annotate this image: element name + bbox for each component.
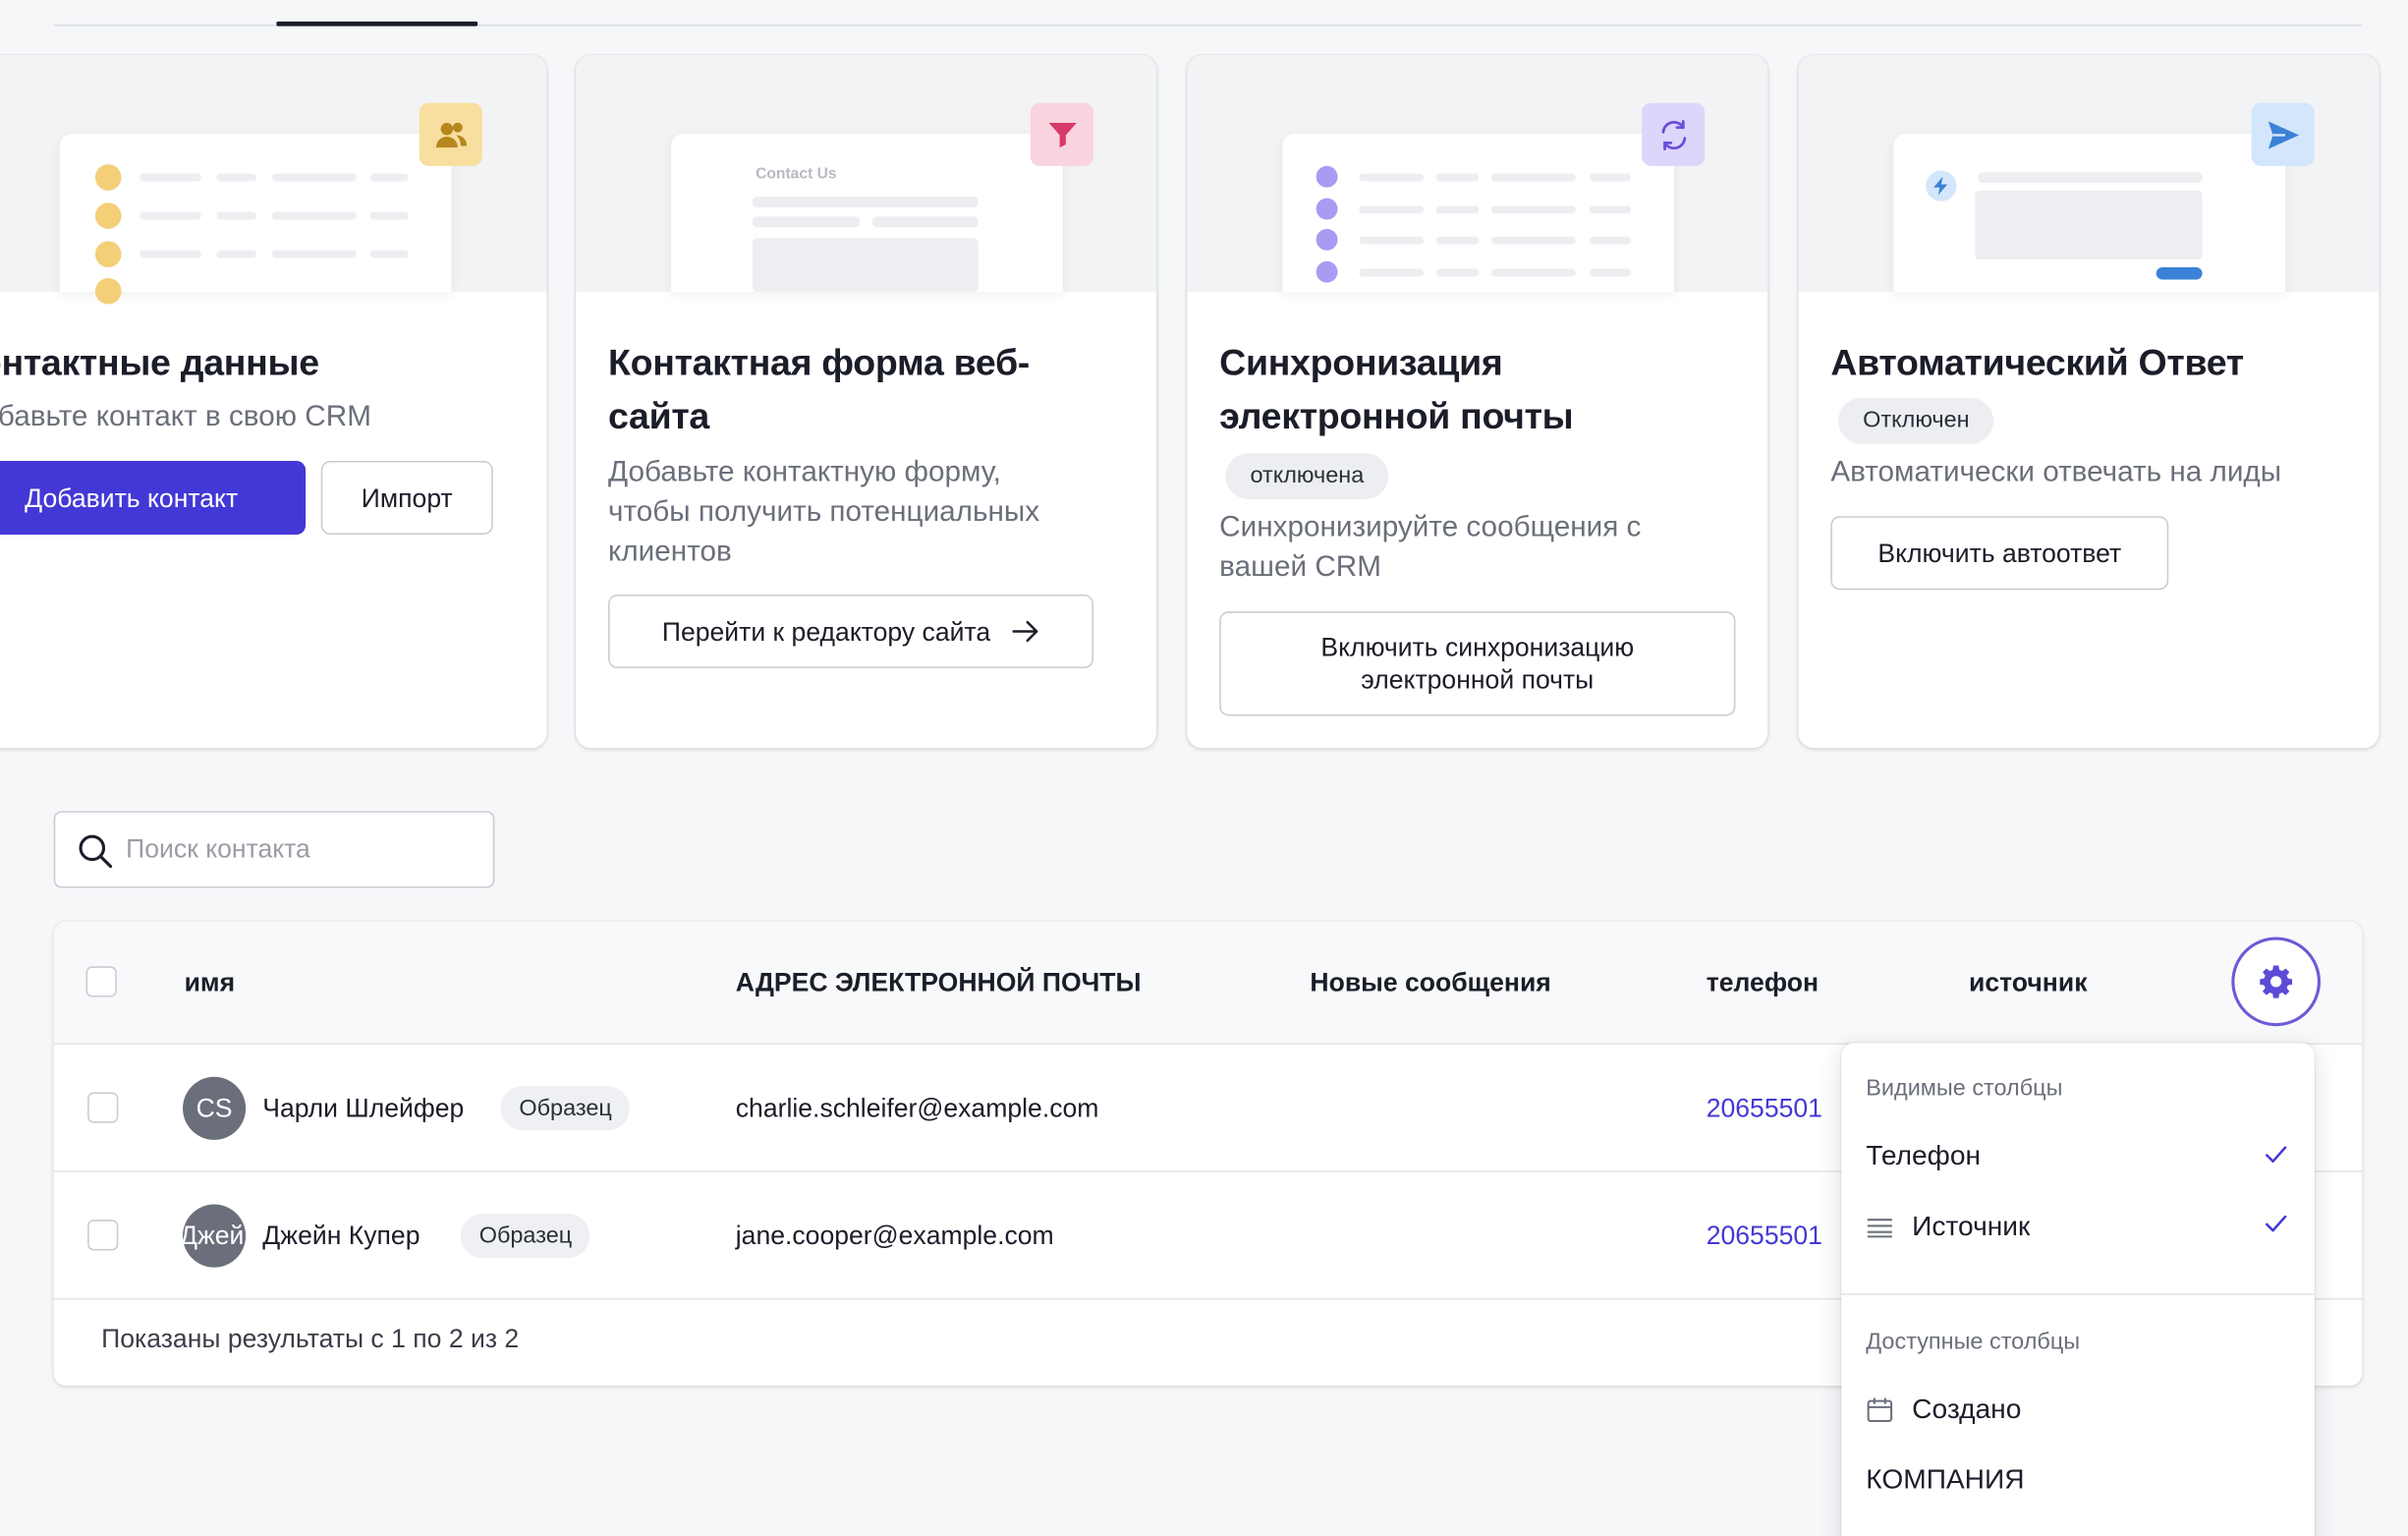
menu-item-company[interactable]: КОМПАНИЯ bbox=[1866, 1464, 2024, 1497]
arrow-right-icon bbox=[1012, 620, 1038, 643]
card-contact-data: контактные данные Добавьте контакт в сво… bbox=[0, 55, 547, 749]
card-description-line1: Добавьте контактную форму, bbox=[608, 456, 1001, 489]
select-all-checkbox[interactable] bbox=[85, 966, 117, 997]
contact-email: jane.cooper@example.com bbox=[735, 1221, 1054, 1251]
contact-name[interactable]: Джейн Купер bbox=[262, 1172, 420, 1300]
card-auto-reply: Автоматический Ответ Отключен Автоматиче… bbox=[1798, 55, 2380, 749]
sync-icon bbox=[1642, 102, 1706, 166]
go-to-site-editor-button[interactable]: Перейти к редактору сайта bbox=[608, 594, 1093, 668]
page: контактные данные Добавьте контакт в сво… bbox=[0, 0, 2408, 1536]
card-title-line2: сайта bbox=[608, 396, 709, 438]
add-contact-button[interactable]: Добавить контакт bbox=[0, 460, 307, 535]
lightning-icon bbox=[1926, 170, 1957, 201]
contact-search[interactable] bbox=[53, 811, 495, 888]
menu-item-label: Телефон bbox=[1866, 1139, 1982, 1171]
contacts-list-mock bbox=[59, 133, 452, 305]
button-label-line2: электронной почты bbox=[1361, 664, 1595, 695]
card-description-line2: вашей CRM bbox=[1219, 551, 1381, 585]
visible-columns-heading: Видимые столбцы bbox=[1866, 1075, 2063, 1102]
column-name[interactable]: имя bbox=[185, 922, 236, 1045]
search-input[interactable] bbox=[126, 812, 479, 886]
status-badge: отключена bbox=[1225, 453, 1389, 500]
card-title-line1: Контактная форма веб- bbox=[608, 342, 1031, 384]
users-icon bbox=[419, 102, 482, 166]
active-tab-indicator bbox=[276, 21, 478, 27]
email-list-mock bbox=[1282, 133, 1674, 293]
pagination-summary: Показаны результаты с 1 по 2 из 2 bbox=[101, 1324, 520, 1354]
sample-tag: Образец bbox=[460, 1213, 590, 1259]
card-description: Добавьте контакт в свою CRM bbox=[0, 400, 371, 433]
column-new-messages[interactable]: Новые сообщения bbox=[1310, 922, 1550, 1045]
import-button[interactable]: Импорт bbox=[320, 460, 493, 535]
contact-phone[interactable]: 20655501 bbox=[1707, 1045, 1822, 1172]
card-title: Автоматический Ответ bbox=[1830, 342, 2244, 384]
column-settings-menu: Видимые столбцы Телефон Источник Доступн… bbox=[1841, 1043, 2315, 1536]
card-email-sync: Синхронизация электронной почты отключен… bbox=[1187, 55, 1768, 749]
search-icon bbox=[79, 834, 113, 869]
funnel-icon bbox=[1030, 102, 1093, 166]
button-label-line1: Включить синхронизацию bbox=[1320, 633, 1635, 662]
card-title: контактные данные bbox=[0, 342, 319, 384]
avatar: Джейн bbox=[183, 1204, 247, 1268]
gear-icon bbox=[2260, 965, 2293, 998]
card-description-line2: чтобы получить потенциальных bbox=[608, 495, 1040, 529]
sample-tag: Образец bbox=[500, 1086, 631, 1131]
auto-reply-mock bbox=[1893, 133, 2286, 293]
available-columns-heading: Доступные столбцы bbox=[1866, 1329, 2081, 1355]
menu-item-phone[interactable]: Телефон bbox=[1866, 1140, 2289, 1172]
card-description-line1: Синхронизируйте сообщения с bbox=[1219, 511, 1642, 544]
card-illustration bbox=[1798, 55, 2380, 293]
card-illustration bbox=[1187, 55, 1768, 293]
menu-item-label: Создано bbox=[1912, 1393, 2022, 1425]
calendar-icon bbox=[1867, 1396, 1893, 1422]
card-website-form: Contact Us Контактная форма веб- сайта Д… bbox=[576, 55, 1157, 749]
send-icon bbox=[2251, 102, 2315, 166]
menu-item-created[interactable]: Создано bbox=[1866, 1394, 2021, 1426]
enable-email-sync-button[interactable]: Включить синхронизацию электронной почты bbox=[1219, 611, 1736, 716]
list-icon bbox=[1867, 1218, 1892, 1237]
column-settings-button[interactable] bbox=[2231, 937, 2321, 1027]
avatar: CS bbox=[183, 1076, 247, 1140]
contact-form-mock: Contact Us bbox=[671, 133, 1063, 293]
card-title-line1: Синхронизация bbox=[1219, 342, 1503, 384]
enable-auto-reply-button[interactable]: Включить автоответ bbox=[1830, 516, 2169, 591]
column-source[interactable]: источник bbox=[1969, 922, 2087, 1045]
card-description-line3: клиентов bbox=[608, 536, 732, 569]
row-checkbox[interactable] bbox=[87, 1092, 119, 1123]
menu-divider bbox=[1841, 1293, 2315, 1295]
card-illustration bbox=[0, 55, 547, 305]
menu-item-label: КОМПАНИЯ bbox=[1866, 1463, 2025, 1495]
column-email[interactable]: АДРЕС ЭЛЕКТРОННОЙ ПОЧТЫ bbox=[736, 922, 1142, 1045]
check-icon bbox=[2266, 1215, 2287, 1232]
check-icon bbox=[2266, 1146, 2287, 1164]
button-label: Перейти к редактору сайта bbox=[661, 616, 991, 647]
contact-phone[interactable]: 20655501 bbox=[1707, 1172, 1822, 1300]
table-header: имя АДРЕС ЭЛЕКТРОННОЙ ПОЧТЫ Новые сообще… bbox=[53, 921, 2363, 1045]
column-phone[interactable]: телефон bbox=[1707, 922, 1819, 1045]
status-badge: Отключен bbox=[1838, 397, 1994, 444]
card-description: Автоматически отвечать на лиды bbox=[1830, 456, 2282, 489]
menu-item-label: Источник bbox=[1912, 1210, 2031, 1242]
row-checkbox[interactable] bbox=[87, 1220, 119, 1251]
contact-email: charlie.schleifer@example.com bbox=[735, 1093, 1099, 1123]
menu-item-source[interactable]: Источник bbox=[1866, 1211, 2030, 1243]
contact-name[interactable]: Чарли Шлейфер bbox=[262, 1045, 464, 1172]
card-illustration: Contact Us bbox=[576, 55, 1157, 293]
card-title-line2: электронной почты bbox=[1219, 396, 1574, 438]
